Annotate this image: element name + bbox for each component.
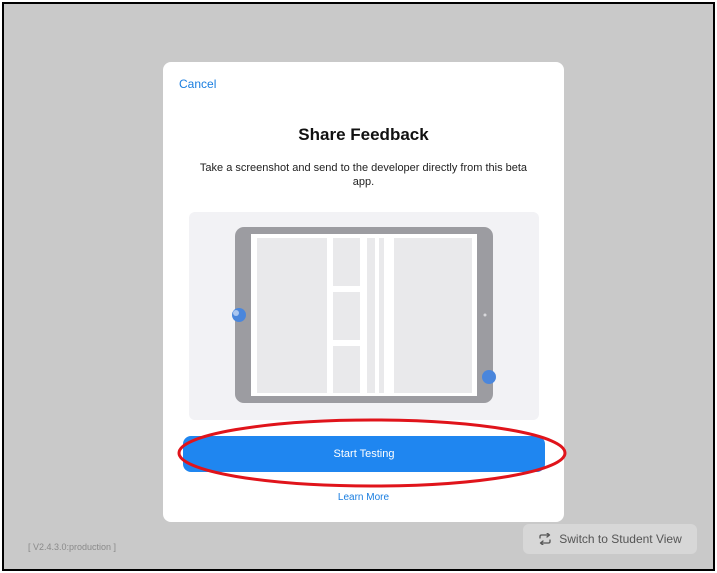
- repeat-arrows-icon: [538, 533, 552, 545]
- ipad-split-view-icon: [232, 227, 496, 403]
- tablet-illustration: [189, 212, 539, 420]
- version-label: [ V2.4.3.0:production ]: [28, 542, 117, 552]
- switch-button-label: Switch to Student View: [559, 532, 682, 546]
- start-testing-button[interactable]: Start Testing: [183, 436, 545, 472]
- modal-subtitle: Take a screenshot and send to the develo…: [199, 162, 528, 188]
- cancel-button[interactable]: Cancel: [179, 77, 216, 91]
- modal-title: Share Feedback: [298, 125, 429, 144]
- share-feedback-modal: Cancel Share Feedback Take a screenshot …: [163, 62, 564, 522]
- app-window: Cancel Share Feedback Take a screenshot …: [2, 2, 715, 571]
- learn-more-link[interactable]: Learn More: [163, 492, 564, 503]
- switch-to-student-view-button[interactable]: Switch to Student View: [523, 524, 697, 554]
